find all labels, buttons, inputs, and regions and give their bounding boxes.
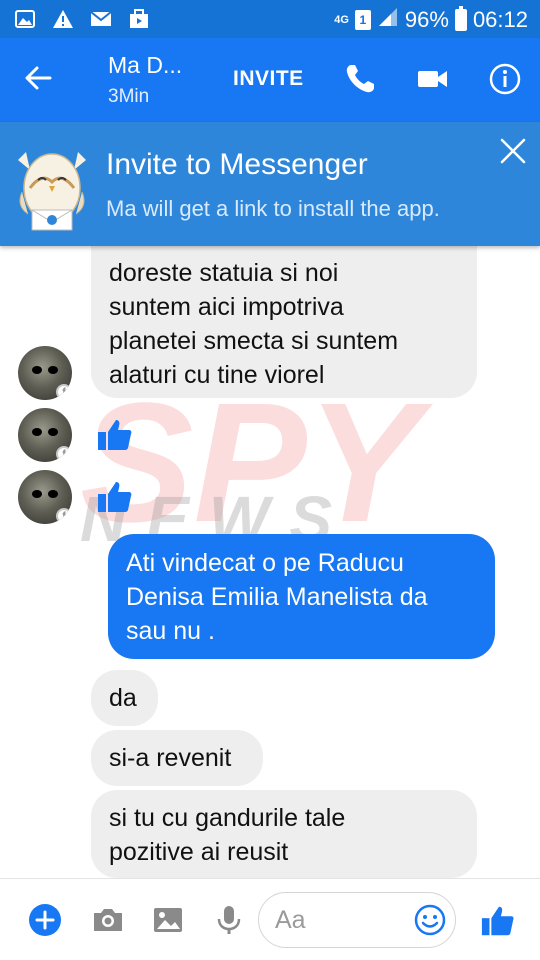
incoming-message[interactable]: doreste statuia si noi suntem aici impot… <box>91 246 477 398</box>
contact-active-status: 3Min <box>108 86 150 107</box>
messenger-badge-icon: f <box>56 508 72 524</box>
sender-avatar[interactable]: f <box>18 346 76 404</box>
invite-button[interactable]: INVITE <box>233 67 304 91</box>
network-type: 4G <box>334 14 349 26</box>
send-like-thumbs-up-icon[interactable] <box>480 903 516 939</box>
svg-text:SPY: SPY <box>80 386 434 558</box>
incoming-message[interactable]: si tu cu gandurile tale pozitive ai reus… <box>91 790 477 878</box>
messenger-badge-icon: f <box>56 384 72 400</box>
owl-mascot-icon <box>12 142 92 232</box>
signal-icon <box>377 6 399 34</box>
message-line: doreste statuia si noi <box>109 259 339 287</box>
emoji-icon[interactable] <box>413 903 447 937</box>
incoming-message[interactable]: si-a revenit <box>91 730 263 786</box>
message-line: si tu cu gandurile tale <box>109 804 346 832</box>
info-icon[interactable] <box>488 62 522 96</box>
status-right: 4G 1 96% 06:12 <box>334 6 528 34</box>
invite-banner[interactable]: Invite to Messenger Ma will get a link t… <box>0 122 540 246</box>
contact-name[interactable]: Ma D... <box>108 52 182 79</box>
message-input-container[interactable] <box>258 892 456 948</box>
outgoing-message[interactable]: Ati vindecat o pe Raducu Denisa Emilia M… <box>108 534 495 659</box>
like-thumbs-up-icon[interactable] <box>96 416 134 454</box>
banner-subtitle: Ma will get a link to install the app. <box>106 196 440 221</box>
notification-icons <box>14 9 150 29</box>
video-camera-icon[interactable] <box>416 62 450 96</box>
avatar: f <box>18 470 72 524</box>
banner-title: Invite to Messenger <box>106 148 368 181</box>
message-line: planetei smecta si suntem <box>109 327 399 355</box>
camera-icon[interactable] <box>91 903 125 937</box>
status-bar: 4G 1 96% 06:12 <box>0 0 540 38</box>
sim-icon: 1 <box>354 10 371 30</box>
message-input[interactable] <box>275 905 415 935</box>
avatar: f <box>18 346 72 400</box>
message-line: pozitive ai reusit <box>109 838 289 866</box>
mail-icon <box>90 9 112 29</box>
clock: 06:12 <box>472 7 528 32</box>
store-bag-icon <box>128 9 150 29</box>
plus-icon[interactable] <box>28 903 62 937</box>
message-line: si-a revenit <box>109 744 232 772</box>
like-thumbs-up-icon[interactable] <box>96 478 134 516</box>
message-list[interactable]: SPY NEWS doreste statuia si noi suntem a… <box>0 246 540 878</box>
message-line: alaturi cu tine viorel <box>109 361 325 389</box>
message-line: Denisa Emilia Manelista da <box>126 583 428 611</box>
battery-percent: 96% <box>404 7 449 32</box>
close-icon[interactable] <box>496 134 530 168</box>
composer-bar <box>0 878 540 960</box>
gallery-notification-icon <box>14 9 36 29</box>
gallery-icon[interactable] <box>151 903 185 937</box>
message-line: da <box>109 684 137 712</box>
message-line: sau nu . <box>126 617 215 645</box>
message-line: suntem aici impotriva <box>109 293 344 321</box>
sender-avatar[interactable]: f <box>18 470 76 528</box>
messenger-badge-icon: f <box>56 446 72 462</box>
incoming-message[interactable]: da <box>91 670 158 726</box>
sender-avatar[interactable]: f <box>18 408 76 466</box>
microphone-icon[interactable] <box>212 903 246 937</box>
avatar: f <box>18 408 72 462</box>
phone-icon[interactable] <box>343 62 377 96</box>
warning-icon <box>52 9 74 29</box>
battery-icon <box>454 6 467 31</box>
message-line: Ati vindecat o pe Raducu <box>126 549 404 577</box>
conversation-header: Ma D... 3Min INVITE <box>0 38 540 122</box>
back-arrow-icon[interactable] <box>20 60 56 96</box>
